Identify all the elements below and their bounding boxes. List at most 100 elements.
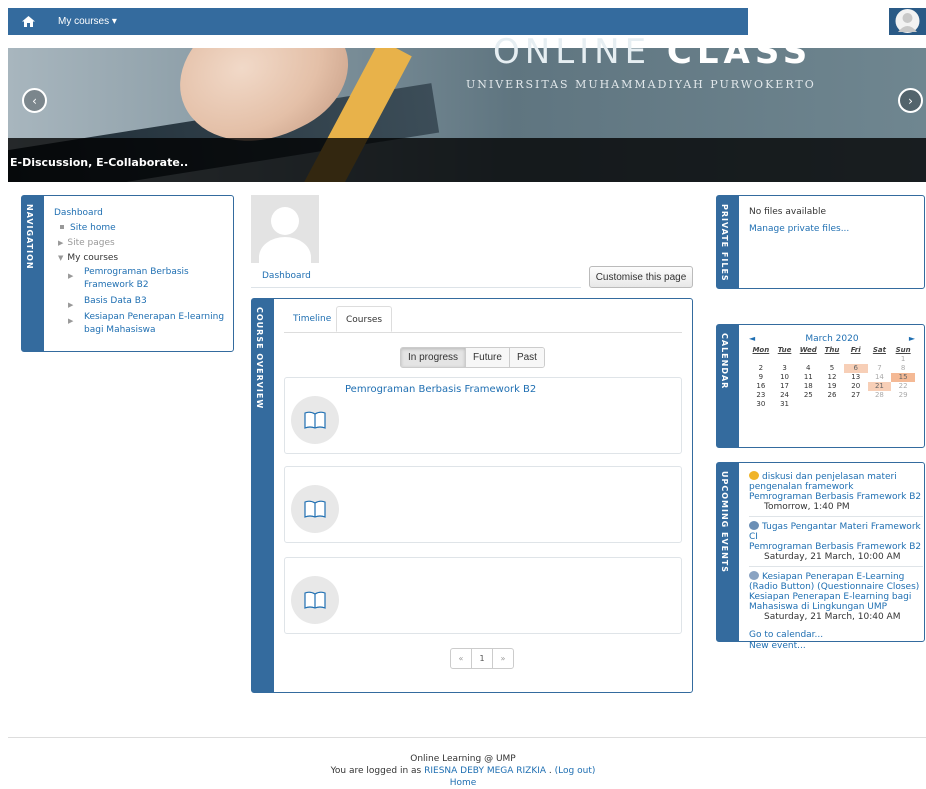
calendar-day[interactable]: 9 <box>749 373 773 382</box>
calendar-day[interactable]: 23 <box>749 391 773 400</box>
calendar-day[interactable]: 13 <box>844 373 868 382</box>
course-name-link[interactable]: Pemrograman Berbasis Framework B2 <box>345 384 536 395</box>
tab-courses[interactable]: Courses <box>336 306 393 332</box>
calendar-day[interactable]: 11 <box>796 373 820 382</box>
event-title-link[interactable]: diskusi dan penjelasan materi pengenalan… <box>749 472 897 492</box>
calendar-day[interactable]: 26 <box>820 391 844 400</box>
nav-course-link[interactable]: Kesiapan Penerapan E-learning bagi Mahas… <box>84 312 224 335</box>
filter-in-progress-button[interactable]: In progress <box>401 348 467 367</box>
customise-page-button[interactable]: Customise this page <box>589 266 693 288</box>
calendar-next-month[interactable]: ► <box>909 334 915 343</box>
calendar-day[interactable]: 2 <box>749 364 773 373</box>
new-event-link[interactable]: New event... <box>749 641 806 651</box>
event-item: Tugas Pengantar Materi Framework CI Pemr… <box>749 521 923 567</box>
footer-home-link[interactable]: Home <box>450 778 477 788</box>
book-icon <box>304 591 326 609</box>
footer-site-name: Online Learning @ UMP <box>410 754 516 764</box>
pager-prev-button[interactable]: « <box>451 649 472 668</box>
nav-site-home-link[interactable]: Site home <box>70 223 116 233</box>
calendar-day[interactable]: 5 <box>820 364 844 373</box>
calendar-day[interactable]: 27 <box>844 391 868 400</box>
breadcrumb[interactable]: Dashboard <box>262 271 311 281</box>
event-date: Saturday, 21 March, 10:40 AM <box>764 612 901 622</box>
nav-site-pages[interactable]: Site pages <box>67 238 114 248</box>
calendar-day[interactable]: 24 <box>773 391 797 400</box>
filter-past-button[interactable]: Past <box>509 348 544 367</box>
course-card[interactable]: Pemrograman Berbasis Framework B2 <box>284 377 682 454</box>
calendar-day[interactable]: 8 <box>891 364 915 373</box>
calendar-month[interactable]: March 2020 <box>749 334 915 344</box>
course-card[interactable] <box>284 557 682 634</box>
calendar-day[interactable]: 25 <box>796 391 820 400</box>
no-files-text: No files available <box>749 207 826 217</box>
calendar-day[interactable]: 29 <box>891 391 915 400</box>
calendar-day[interactable]: 17 <box>773 382 797 391</box>
manage-private-files-link[interactable]: Manage private files... <box>749 224 849 234</box>
calendar-day[interactable]: 12 <box>820 373 844 382</box>
footer-logout-link[interactable]: (Log out) <box>555 766 596 776</box>
calendar-day <box>796 400 820 409</box>
footer-divider <box>8 737 926 738</box>
slider-next-button[interactable]: › <box>898 88 923 113</box>
calendar-day <box>773 355 797 364</box>
event-date: Saturday, 21 March, 10:00 AM <box>764 552 901 562</box>
user-menu-avatar[interactable] <box>889 8 926 35</box>
calendar-day[interactable]: 4 <box>796 364 820 373</box>
calendar-day[interactable]: 10 <box>773 373 797 382</box>
calendar-day[interactable]: 19 <box>820 382 844 391</box>
top-navbar: My courses ▾ <box>8 8 748 35</box>
search-area[interactable] <box>750 8 885 35</box>
home-icon <box>21 16 35 27</box>
calendar-day[interactable]: 30 <box>749 400 773 409</box>
event-course-link[interactable]: Pemrograman Berbasis Framework B2 <box>749 542 921 552</box>
course-card[interactable] <box>284 466 682 543</box>
expand-icon[interactable]: ▶ <box>58 236 63 251</box>
calendar-day[interactable]: 6 <box>843 364 868 373</box>
pager-page-1[interactable]: 1 <box>472 649 493 668</box>
expand-icon[interactable]: ▶ <box>68 315 73 328</box>
event-title-link[interactable]: Tugas Pengantar Materi Framework CI <box>749 522 921 542</box>
home-button[interactable] <box>8 8 48 35</box>
calendar-day <box>844 400 868 409</box>
calendar-day[interactable]: 22 <box>891 382 915 391</box>
nav-course-link[interactable]: Pemrograman Berbasis Framework B2 <box>84 267 189 290</box>
filter-future-button[interactable]: Future <box>466 348 510 367</box>
event-course-link[interactable]: Pemrograman Berbasis Framework B2 <box>749 492 921 502</box>
pagination: « 1 » <box>450 648 514 669</box>
forum-icon <box>749 471 759 480</box>
collapse-icon[interactable]: ▼ <box>58 251 63 266</box>
expand-icon[interactable]: ▶ <box>68 270 73 283</box>
calendar-day-header: Wed <box>799 346 817 354</box>
calendar-day[interactable]: 16 <box>749 382 773 391</box>
calendar-day[interactable]: 15 <box>891 373 915 382</box>
my-courses-menu[interactable]: My courses ▾ <box>58 8 117 35</box>
calendar-day[interactable]: 7 <box>868 364 892 373</box>
nav-my-courses[interactable]: My courses <box>67 253 118 263</box>
footer-user-link[interactable]: RIESNA DEBY MEGA RIZKIA <box>424 766 546 776</box>
banner-title-bold: CLASS <box>666 32 813 72</box>
calendar-day[interactable]: 1 <box>891 355 915 364</box>
calendar-day[interactable]: 21 <box>867 382 892 391</box>
pager-next-button[interactable]: » <box>493 649 513 668</box>
event-title-link[interactable]: Kesiapan Penerapan E-Learning (Radio But… <box>749 572 919 592</box>
nav-dashboard-link[interactable]: Dashboard <box>54 208 103 218</box>
calendar-day[interactable]: 3 <box>773 364 797 373</box>
calendar-day[interactable]: 28 <box>868 391 892 400</box>
slider-prev-button[interactable]: ‹ <box>22 88 47 113</box>
course-overview-rail: COURSE OVERVIEW <box>252 299 274 692</box>
event-course-link[interactable]: Kesiapan Penerapan E-learning bagi Mahas… <box>749 592 911 612</box>
calendar-day[interactable]: 31 <box>773 400 797 409</box>
nav-course-link[interactable]: Basis Data B3 <box>84 296 147 306</box>
go-to-calendar-link[interactable]: Go to calendar... <box>749 630 823 640</box>
tab-timeline[interactable]: Timeline <box>284 306 340 332</box>
calendar-day <box>749 355 773 364</box>
calendar-day[interactable]: 20 <box>844 382 868 391</box>
course-filter-group: In progress Future Past <box>400 347 545 368</box>
breadcrumb-dashboard[interactable]: Dashboard <box>262 271 311 281</box>
course-overview-heading: COURSE OVERVIEW <box>255 307 264 410</box>
calendar-day[interactable]: 18 <box>796 382 820 391</box>
navigation-heading: NAVIGATION <box>25 204 34 270</box>
event-date: Tomorrow, 1:40 PM <box>764 502 850 512</box>
calendar-day[interactable]: 14 <box>868 373 892 382</box>
banner-title-light: ONLINE <box>493 32 652 72</box>
